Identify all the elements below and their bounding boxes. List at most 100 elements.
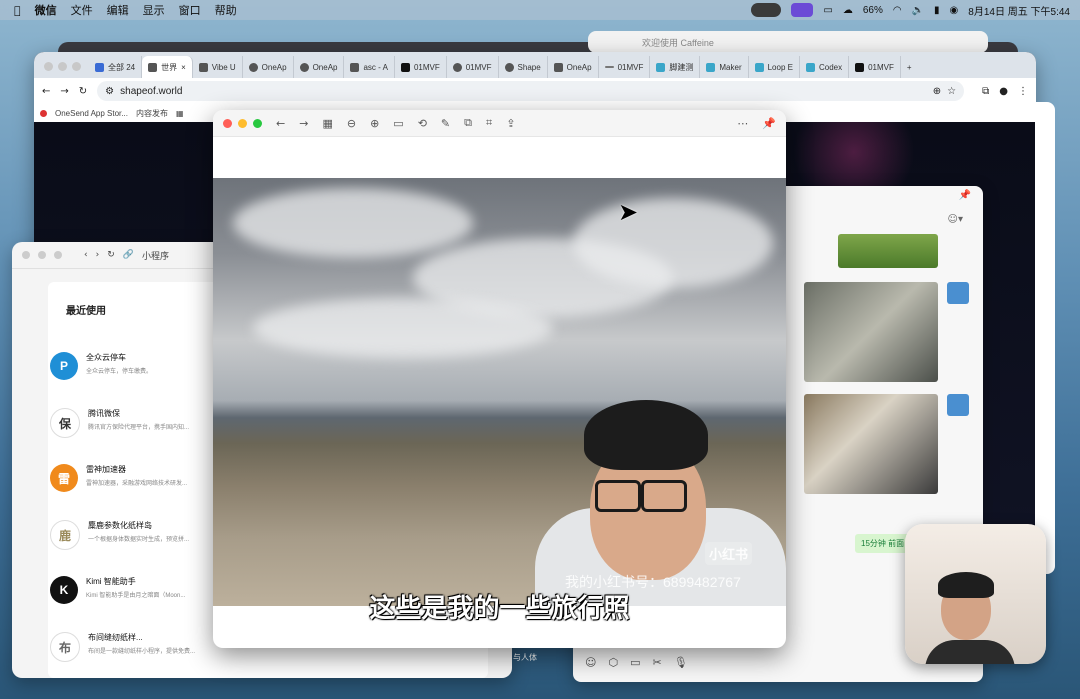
zoom-icon[interactable]: ⊕ <box>933 86 941 97</box>
item-desc: 雷神加速器，采融游戏网络技术研发... <box>86 481 188 487</box>
grid-icon[interactable]: ▦ <box>322 117 332 130</box>
copy-icon[interactable]: ⧉ <box>464 116 472 130</box>
battery-icon[interactable]: ▮ <box>934 5 940 16</box>
reload-icon[interactable]: ↻ <box>107 250 115 260</box>
menu-datetime[interactable]: 8月14日 周五 下午5:44 <box>968 3 1070 18</box>
volume-icon[interactable]: 🔈 <box>912 5 924 16</box>
reload-icon[interactable]: ↻ <box>79 86 87 97</box>
chat-menu-icon[interactable]: ☺▾ <box>948 214 963 225</box>
package-icon[interactable]: ⬡ <box>608 656 618 669</box>
menu-window[interactable]: 窗口 <box>179 2 201 18</box>
close-button[interactable] <box>223 118 232 128</box>
more-icon[interactable]: ⋮ <box>1018 86 1028 97</box>
rotate-icon[interactable]: ⟲ <box>418 117 427 130</box>
emoji-icon[interactable]: ☺ <box>585 656 596 669</box>
bookmark-item[interactable]: OneSend App Stor... <box>55 109 128 118</box>
message-bubble[interactable]: 15分钟 前面 <box>855 534 911 553</box>
mini-program-item[interactable]: 雷 雷神加速器 雷神加速器，采融游戏网络技术研发... <box>50 464 187 492</box>
extensions-icon[interactable]: ⧉ <box>982 86 989 97</box>
tab-item[interactable]: Maker <box>700 56 749 78</box>
folder-icon[interactable]: ▭ <box>630 656 640 669</box>
tab-item[interactable]: Shape <box>499 56 548 78</box>
minimize-button[interactable] <box>58 62 67 71</box>
forward-icon[interactable]: → <box>60 86 68 97</box>
zoom-button[interactable] <box>54 251 62 259</box>
avatar[interactable] <box>947 282 969 304</box>
image-message-tent[interactable] <box>804 282 938 382</box>
image-message-grass[interactable] <box>838 234 938 268</box>
status-app-icon[interactable] <box>791 3 814 17</box>
back-icon[interactable]: ← <box>42 86 50 97</box>
tab-item[interactable]: Vibe U <box>193 56 243 78</box>
zoom-out-icon[interactable]: ⊖ <box>347 117 356 130</box>
zoom-button[interactable] <box>253 118 262 128</box>
minimize-button[interactable] <box>38 251 46 259</box>
url-text[interactable]: shapeof.world <box>120 86 182 97</box>
mini-program-address[interactable]: 小程序 <box>142 249 169 262</box>
zoom-button[interactable] <box>72 62 81 71</box>
tab-item[interactable]: 全部 24 <box>89 56 143 78</box>
tab-item-active[interactable]: 世界 × <box>142 56 193 78</box>
apps-grid-icon[interactable]: ▦ <box>176 109 184 118</box>
mini-program-item[interactable]: 保 腾讯微保 腾讯官方保险代理平台，携手国内知... <box>50 408 189 438</box>
pin-icon[interactable]: 📌 <box>959 190 971 201</box>
mini-program-item[interactable]: 布 布间缝纫纸样... 布间是一款缝纫纸样小程序，提供免费... <box>50 632 195 662</box>
back-icon[interactable]: ← <box>276 117 285 130</box>
tab-item[interactable]: 01MVF <box>599 56 651 78</box>
new-tab-button[interactable]: + <box>901 56 918 78</box>
tab-item[interactable]: 脚建测 <box>650 56 701 78</box>
close-icon[interactable]: × <box>181 63 186 72</box>
image-message-desk[interactable] <box>804 394 938 494</box>
fit-icon[interactable]: ▭ <box>393 117 403 130</box>
accelerator-icon: 雷 <box>50 464 78 492</box>
more-icon[interactable]: ⋯ <box>737 117 748 130</box>
control-center-icon[interactable]: ◉ <box>950 5 959 16</box>
menu-edit[interactable]: 编辑 <box>107 2 129 18</box>
webcam-pip[interactable] <box>905 524 1046 664</box>
microphone-icon[interactable]: 🎙 <box>674 656 688 669</box>
menu-view[interactable]: 显示 <box>143 2 165 18</box>
cloud-icon[interactable]: ☁ <box>843 5 853 16</box>
site-info-icon[interactable]: ⚙ <box>105 86 114 97</box>
back-icon[interactable]: ‹ <box>84 250 88 260</box>
forward-icon[interactable]: › <box>96 250 100 260</box>
battery-percent[interactable]: 66% <box>863 5 883 16</box>
bookmark-star-icon[interactable]: ☆ <box>947 86 956 97</box>
profile-icon[interactable]: ● <box>999 86 1008 97</box>
tab-item[interactable]: 01MVF <box>395 56 447 78</box>
bookmark-item[interactable]: 内容发布 <box>136 108 168 119</box>
tab-item[interactable]: 01MVF <box>447 56 499 78</box>
forward-icon[interactable]: → <box>299 117 308 130</box>
tab-item[interactable]: 01MVF <box>849 56 901 78</box>
avatar[interactable] <box>947 394 969 416</box>
close-button[interactable] <box>22 251 30 259</box>
wifi-icon[interactable]: ◠ <box>893 5 902 16</box>
mini-program-item[interactable]: P 全众云停车 全众云停车，停车缴费。 <box>50 352 152 380</box>
address-bar[interactable]: ⚙ shapeof.world ⊕ ☆ <box>97 81 965 101</box>
tab-item[interactable]: Loop E <box>749 56 800 78</box>
apple-icon[interactable]:  <box>14 4 21 17</box>
edit-icon[interactable]: ✎ <box>441 117 450 130</box>
zoom-in-icon[interactable]: ⊕ <box>370 117 379 130</box>
minimize-button[interactable] <box>238 118 247 128</box>
menu-file[interactable]: 文件 <box>71 2 93 18</box>
tab-label: 01MVF <box>413 62 440 72</box>
scan-icon[interactable]: ⌗ <box>486 116 492 130</box>
menu-help[interactable]: 帮助 <box>215 2 237 18</box>
mini-program-item[interactable]: 鹿 麋鹿参数化纸样岛 一个根据身体数据实时生成，预览拼... <box>50 520 189 550</box>
tab-item[interactable]: OneAp <box>243 56 294 78</box>
close-button[interactable] <box>44 62 53 71</box>
item-desc: Kimi 智能助手是由月之暗面（Moon... <box>86 593 186 599</box>
menu-app-name[interactable]: 微信 <box>35 2 57 18</box>
tab-item[interactable]: Codex <box>800 56 850 78</box>
mini-program-item[interactable]: K Kimi 智能助手 Kimi 智能助手是由月之暗面（Moon... <box>50 576 185 604</box>
tab-item[interactable]: asc - A <box>344 56 395 78</box>
pin-icon[interactable]: 📌 <box>762 117 776 130</box>
tab-item[interactable]: OneAp <box>548 56 599 78</box>
share-icon[interactable]: ⇪ <box>506 117 515 130</box>
display-icon[interactable]: ▭ <box>823 5 832 16</box>
scissors-icon[interactable]: ✂ <box>652 656 661 669</box>
screen-record-icon[interactable] <box>751 3 782 17</box>
caffeine-title: 欢迎使用 Caffeine <box>642 38 714 48</box>
tab-item[interactable]: OneAp <box>294 56 345 78</box>
